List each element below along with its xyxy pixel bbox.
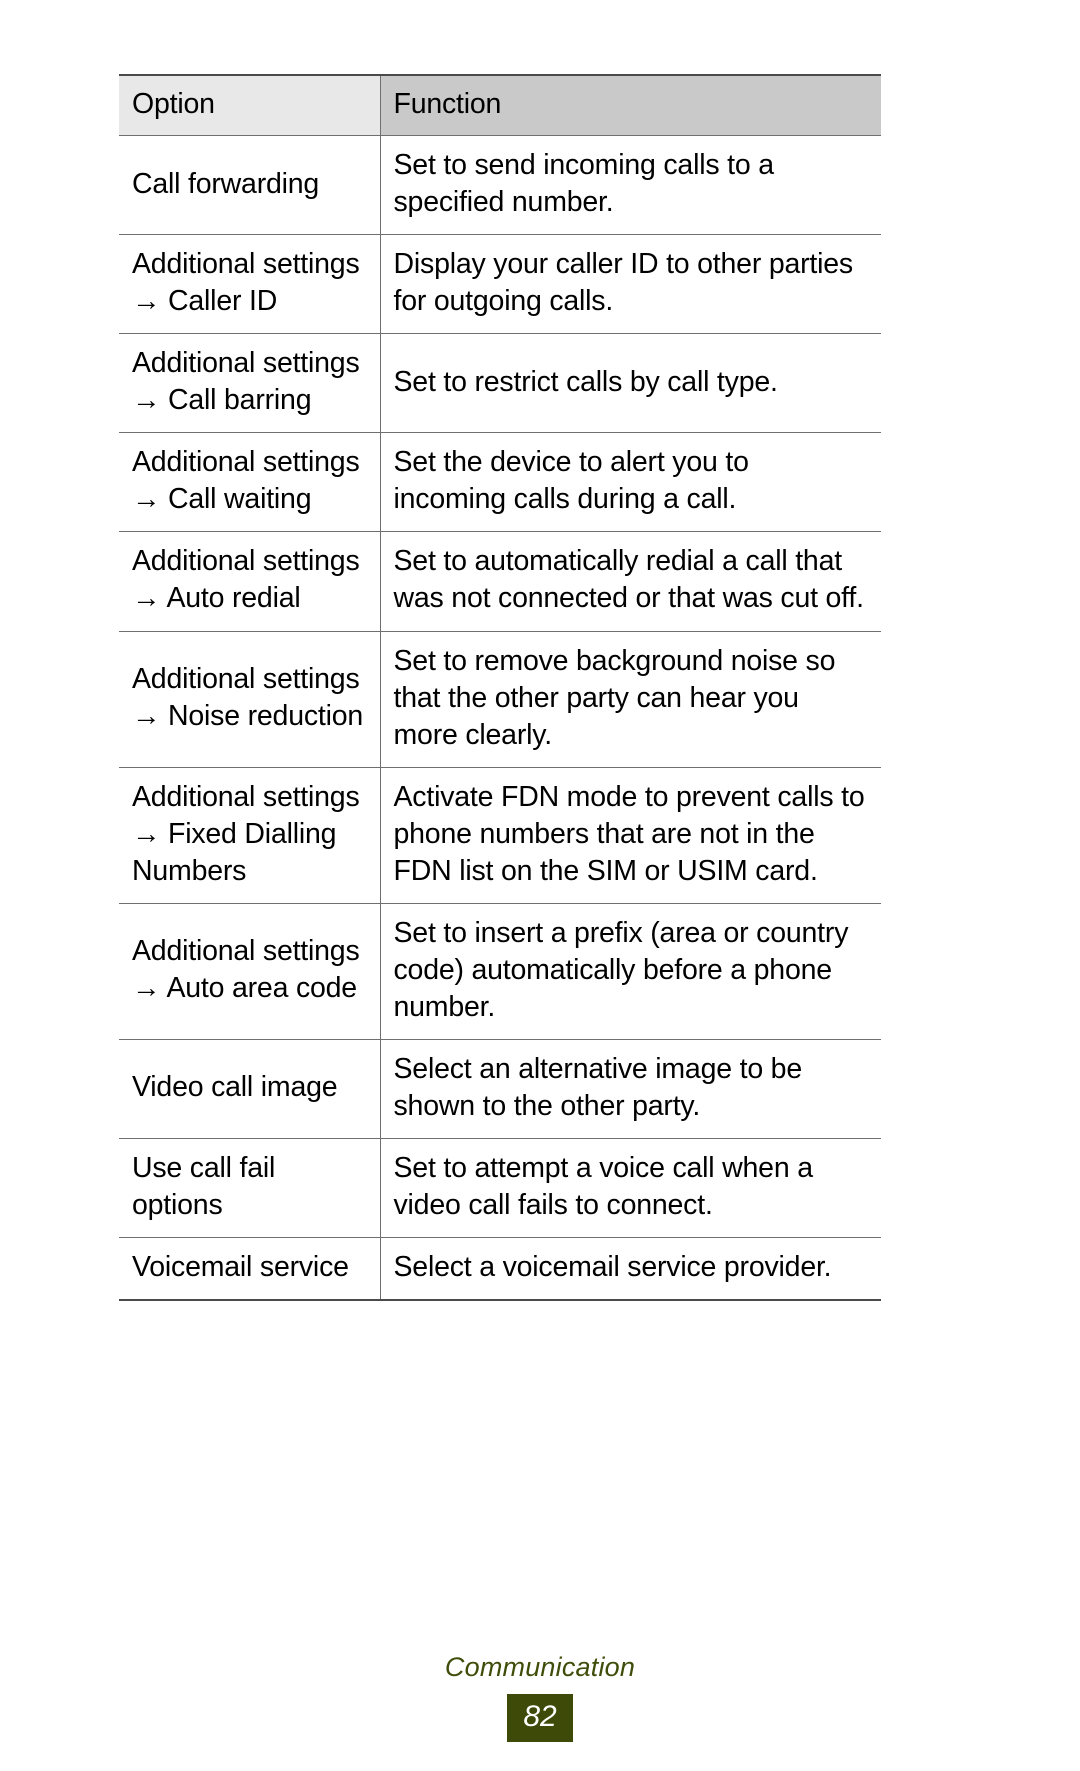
table-row: Additional settings → Auto redial Set to… xyxy=(119,531,881,632)
table-row: Additional settings → Caller ID Display … xyxy=(119,234,881,335)
table-row: Additional settings → Noise reduction Se… xyxy=(119,630,881,768)
table-header: Option Function xyxy=(119,74,881,137)
option-cell: Additional settings → Call barring xyxy=(119,333,381,434)
function-cell: Select an alternative image to be shown … xyxy=(380,1038,881,1140)
option-cell: Additional settings → Auto area code xyxy=(119,902,381,1040)
page-footer: Communication 82 xyxy=(0,1654,1080,1742)
page-number-badge: 82 xyxy=(507,1694,573,1742)
function-cell: Set to restrict calls by call type. xyxy=(380,333,881,434)
table-header-row: Option Function xyxy=(119,74,881,137)
function-cell: Select a voicemail service provider. xyxy=(380,1237,881,1302)
call-settings-options-table: Option Function Call forwarding Set to s… xyxy=(119,74,881,1302)
option-cell: Additional settings → Fixed Dialling Num… xyxy=(119,766,381,904)
column-header-function: Function xyxy=(380,74,881,137)
option-cell: Additional settings → Call waiting xyxy=(119,432,381,533)
option-cell: Video call image xyxy=(119,1038,381,1140)
column-header-option: Option xyxy=(119,74,381,137)
manual-page: Option Function Call forwarding Set to s… xyxy=(0,0,1080,1771)
function-cell: Set to remove background noise so that t… xyxy=(380,630,881,768)
table-row: Additional settings → Fixed Dialling Num… xyxy=(119,766,881,904)
table-row: Use call fail options Set to attempt a v… xyxy=(119,1138,881,1239)
option-cell: Additional settings → Noise reduction xyxy=(119,630,381,768)
table-row: Voicemail service Select a voicemail ser… xyxy=(119,1237,881,1302)
table-row: Additional settings → Call waiting Set t… xyxy=(119,432,881,533)
option-cell: Call forwarding xyxy=(119,135,381,236)
function-cell: Activate FDN mode to prevent calls to ph… xyxy=(380,766,881,904)
option-cell: Additional settings → Caller ID xyxy=(119,234,381,335)
function-cell: Set to send incoming calls to a specifie… xyxy=(380,135,881,236)
function-cell: Set to automatically redial a call that … xyxy=(380,531,881,632)
function-cell: Set to attempt a voice call when a video… xyxy=(380,1138,881,1239)
function-cell: Set to insert a prefix (area or country … xyxy=(380,902,881,1040)
table-row: Video call image Select an alternative i… xyxy=(119,1038,881,1140)
function-cell: Display your caller ID to other parties … xyxy=(380,234,881,335)
table-row: Additional settings → Auto area code Set… xyxy=(119,902,881,1040)
table-row: Call forwarding Set to send incoming cal… xyxy=(119,135,881,236)
option-cell: Voicemail service xyxy=(119,1237,381,1302)
function-cell: Set the device to alert you to incoming … xyxy=(380,432,881,533)
footer-section-title: Communication xyxy=(444,1652,636,1682)
option-cell: Use call fail options xyxy=(119,1138,381,1239)
table-body: Call forwarding Set to send incoming cal… xyxy=(119,135,881,1302)
table-row: Additional settings → Call barring Set t… xyxy=(119,333,881,434)
option-cell: Additional settings → Auto redial xyxy=(119,531,381,632)
